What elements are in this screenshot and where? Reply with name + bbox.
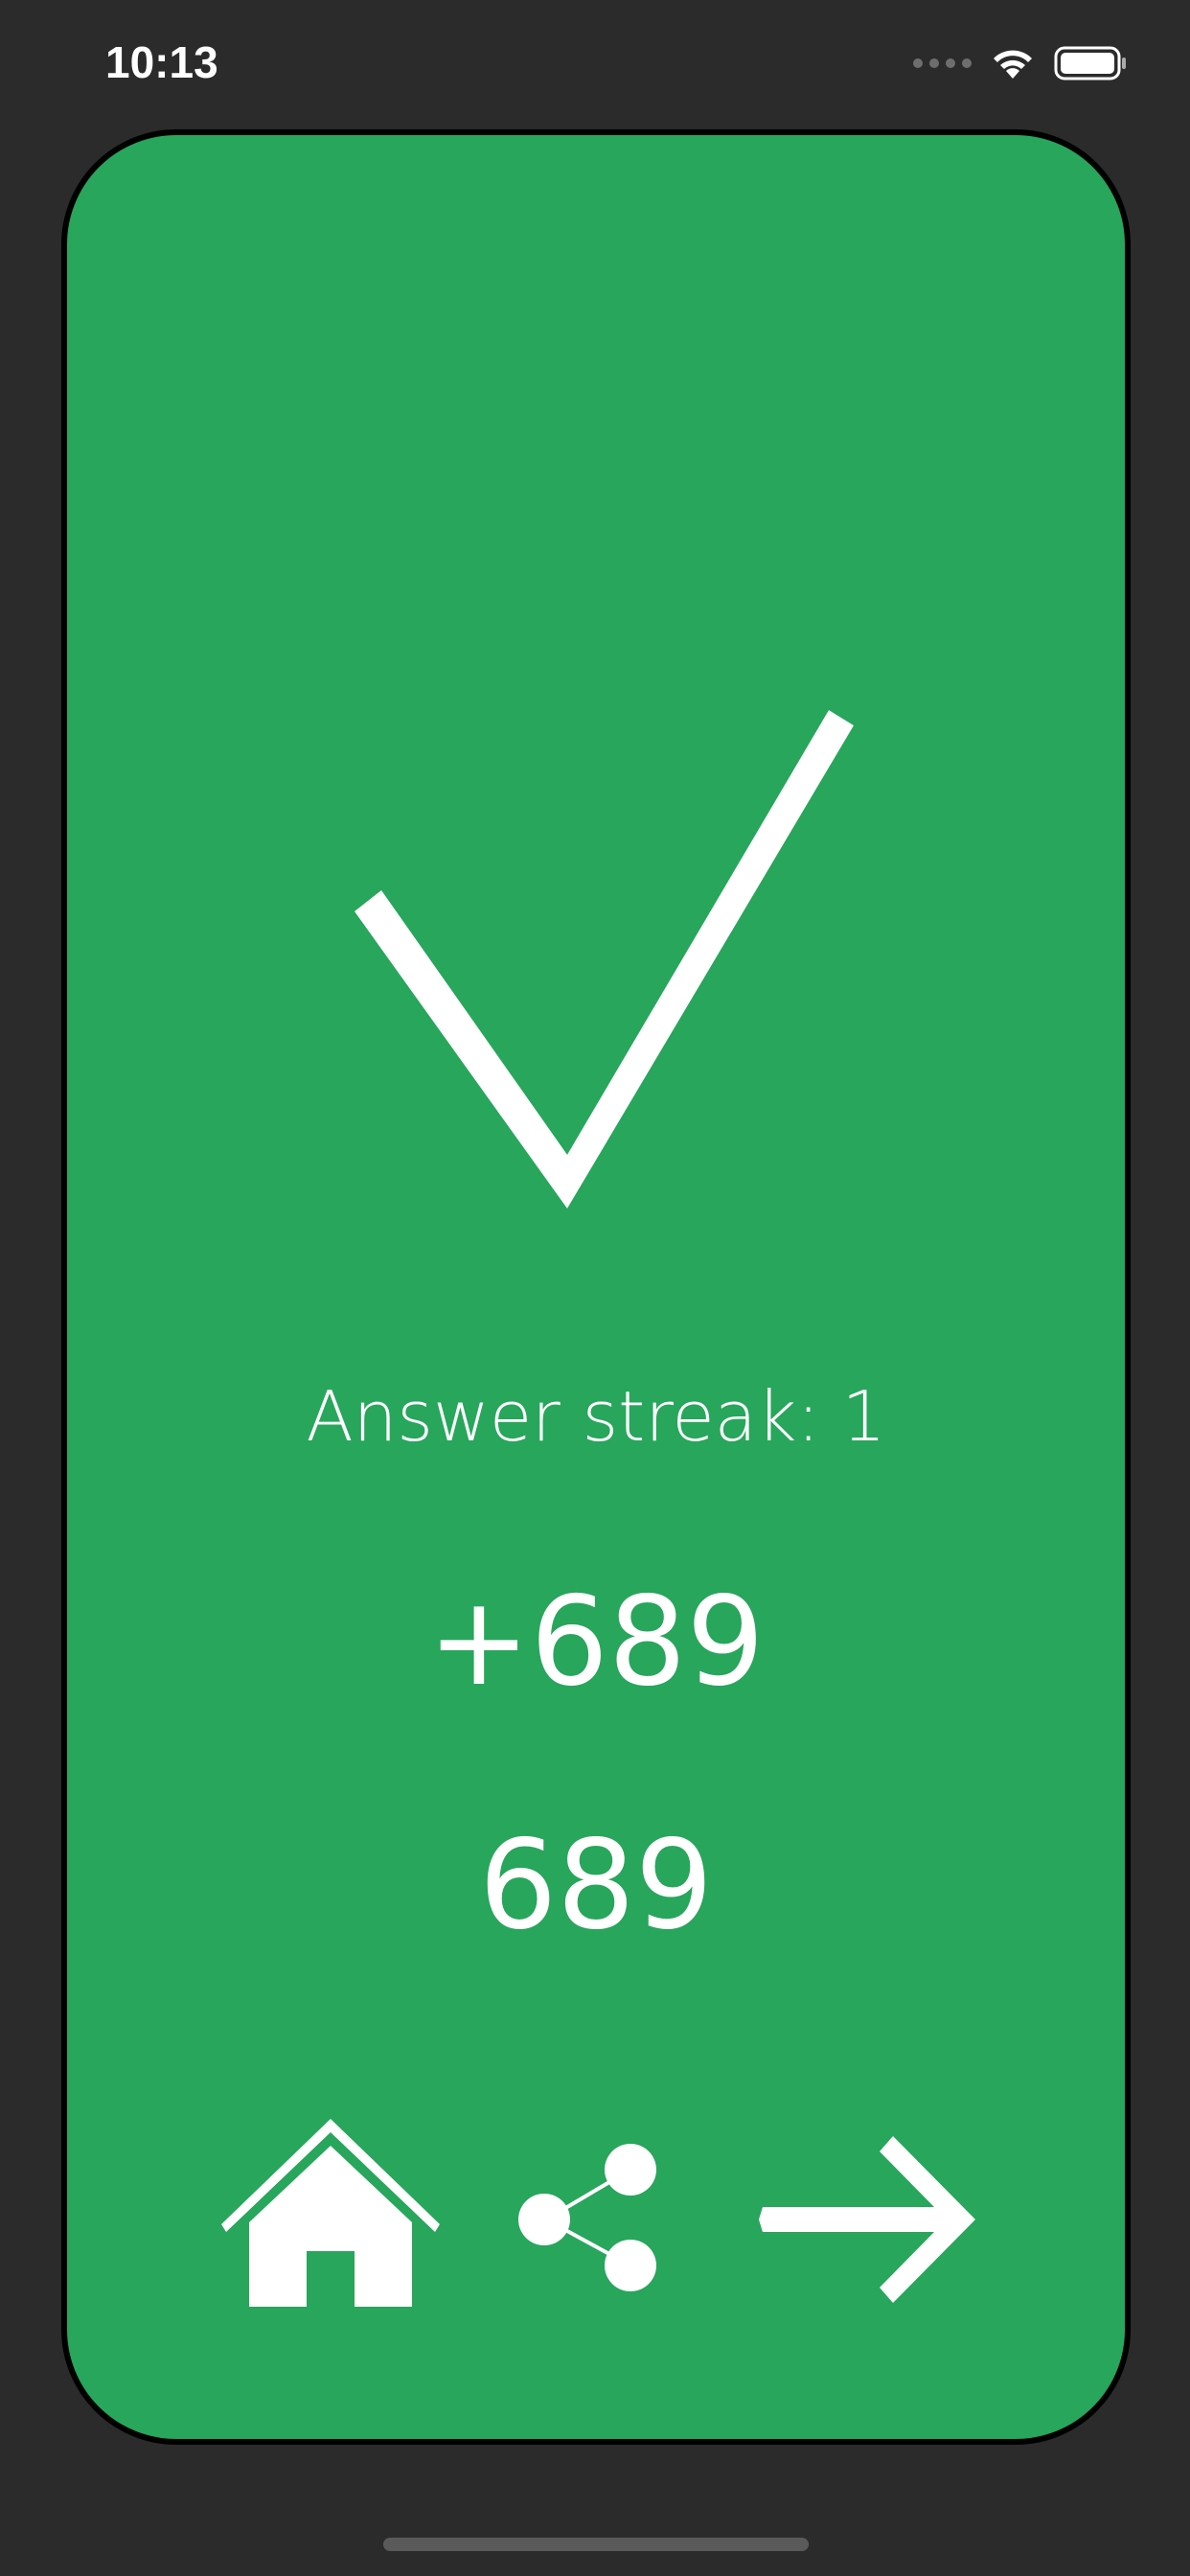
battery-icon [1054, 46, 1126, 80]
checkmark-icon [355, 710, 854, 1208]
status-bar: 10:13 [0, 0, 1190, 129]
share-button[interactable] [517, 2138, 671, 2301]
home-button[interactable] [220, 2119, 441, 2320]
points-gained: +689 [427, 1571, 765, 1714]
share-icon [518, 2144, 656, 2291]
answer-streak-label: Answer streak: 1 [306, 1376, 886, 1457]
result-card: Answer streak: 1 +689 689 [61, 129, 1131, 2445]
arrow-right-icon [759, 2136, 975, 2303]
next-button[interactable] [757, 2128, 987, 2311]
status-time: 10:13 [105, 37, 218, 87]
cellular-signal-icon [913, 58, 972, 68]
points-total: 689 [478, 1814, 714, 1957]
action-bar [67, 2119, 1125, 2320]
home-indicator[interactable] [383, 2538, 809, 2551]
screen: 10:13 Answer streak: 1 +689 689 [0, 0, 1190, 2576]
home-icon [221, 2119, 440, 2307]
wifi-icon [994, 50, 1032, 79]
status-icons [913, 42, 1129, 84]
